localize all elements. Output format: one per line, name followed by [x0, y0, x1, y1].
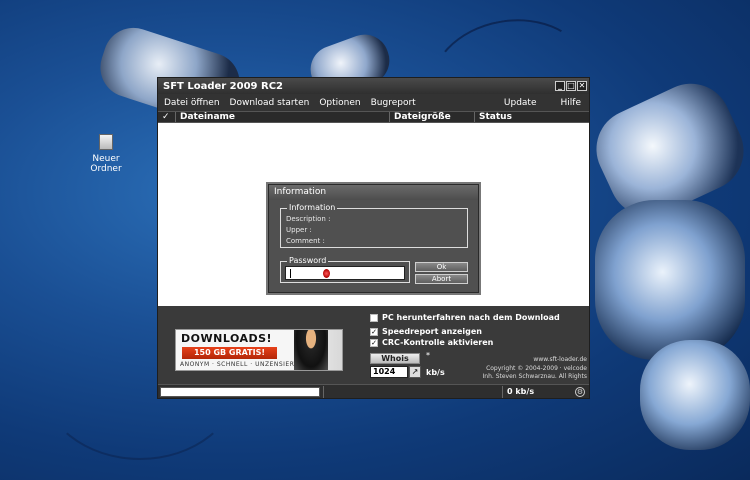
credit-url: www.sft-loader.de [533, 356, 587, 363]
password-input[interactable] [285, 266, 405, 280]
speed-input[interactable]: 1024 [370, 366, 408, 378]
title-bar[interactable]: SFT Loader 2009 RC2 _ □ ✕ [158, 78, 589, 94]
credit-author: Inh. Steven Schwarznau. All Rights [482, 373, 587, 380]
option-speedreport[interactable]: ✓ Speedreport anzeigen [370, 327, 482, 336]
menu-bugreport[interactable]: Bugreport [371, 98, 416, 108]
wallpaper-shape [640, 340, 750, 450]
ad-title: DOWNLOADS! [181, 332, 273, 345]
crc-label: CRC-Kontrolle aktivieren [382, 338, 494, 347]
text-cursor [290, 269, 291, 278]
status-divider [323, 386, 324, 398]
desktop-folder[interactable]: Neuer Ordner [76, 134, 136, 174]
menu-update[interactable]: Update [504, 98, 537, 108]
menu-bar: Datei öffnen Download starten Optionen B… [158, 94, 589, 111]
speed-apply-button[interactable]: ↗ [409, 366, 421, 378]
menu-hilfe[interactable]: Hilfe [561, 98, 581, 108]
option-shutdown[interactable]: PC herunterfahren nach dem Download [370, 313, 560, 322]
ad-subtitle: ANONYM · SCHNELL · UNZENSIERT [180, 361, 299, 368]
shutdown-label: PC herunterfahren nach dem Download [382, 313, 560, 322]
speed-unit: kb/s [426, 368, 445, 377]
password-group: Password [280, 256, 410, 283]
password-group-legend: Password [287, 256, 329, 265]
crc-checkbox[interactable]: ✓ [370, 338, 378, 347]
dialog-title[interactable]: Information [269, 185, 478, 200]
option-crc[interactable]: ✓ CRC-Kontrolle aktivieren [370, 338, 493, 347]
progress-bar [160, 387, 320, 397]
abort-button[interactable]: Abort [415, 274, 468, 284]
speedreport-label: Speedreport anzeigen [382, 327, 482, 336]
info-group: Information Description : Upper : Commen… [280, 203, 468, 248]
menu-optionen[interactable]: Optionen [319, 98, 360, 108]
minimize-button[interactable]: _ [555, 81, 565, 91]
information-dialog: Information Information Description : Up… [268, 184, 479, 293]
close-button[interactable]: ✕ [577, 81, 587, 91]
shutdown-checkbox[interactable] [370, 313, 378, 322]
menu-datei-oeffnen[interactable]: Datei öffnen [164, 98, 220, 108]
speedreport-checkbox[interactable]: ✓ [370, 327, 378, 336]
column-dateigroesse[interactable]: Dateigröße [390, 112, 475, 122]
menu-download-starten[interactable]: Download starten [230, 98, 310, 108]
status-bar: 0 kb/s ⚙ [158, 384, 589, 398]
column-status[interactable]: Status [475, 112, 589, 122]
file-table-header: ✓ Dateiname Dateigröße Status [158, 111, 589, 123]
options-panel: DOWNLOADS! 150 GB GRATIS! ANONYM · SCHNE… [158, 309, 589, 384]
transfer-rate: 0 kb/s [507, 387, 535, 396]
ad-banner[interactable]: DOWNLOADS! 150 GB GRATIS! ANONYM · SCHNE… [175, 329, 343, 371]
credit-copyright: Copyright © 2004-2009 · velcode [486, 365, 587, 372]
folder-icon [99, 134, 113, 150]
status-divider [502, 386, 503, 398]
whois-button[interactable]: Whois [370, 353, 420, 364]
info-comment: Comment : [286, 237, 325, 245]
wallpaper-shape [595, 200, 745, 360]
column-dateiname[interactable]: Dateiname [176, 112, 390, 122]
ad-badge: 150 GB GRATIS! [182, 347, 277, 359]
whois-star: * [426, 351, 430, 360]
desktop-folder-label: Neuer Ordner [90, 154, 122, 174]
column-check[interactable]: ✓ [158, 112, 176, 122]
ad-image [294, 330, 328, 370]
maximize-button[interactable]: □ [566, 81, 576, 91]
settings-icon[interactable]: ⚙ [575, 387, 585, 397]
mouse-pointer-icon [323, 269, 330, 278]
window-title: SFT Loader 2009 RC2 [163, 80, 283, 92]
info-group-legend: Information [287, 203, 338, 212]
info-description: Description : [286, 215, 331, 223]
ok-button[interactable]: Ok [415, 262, 468, 272]
info-upper: Upper : [286, 226, 312, 234]
